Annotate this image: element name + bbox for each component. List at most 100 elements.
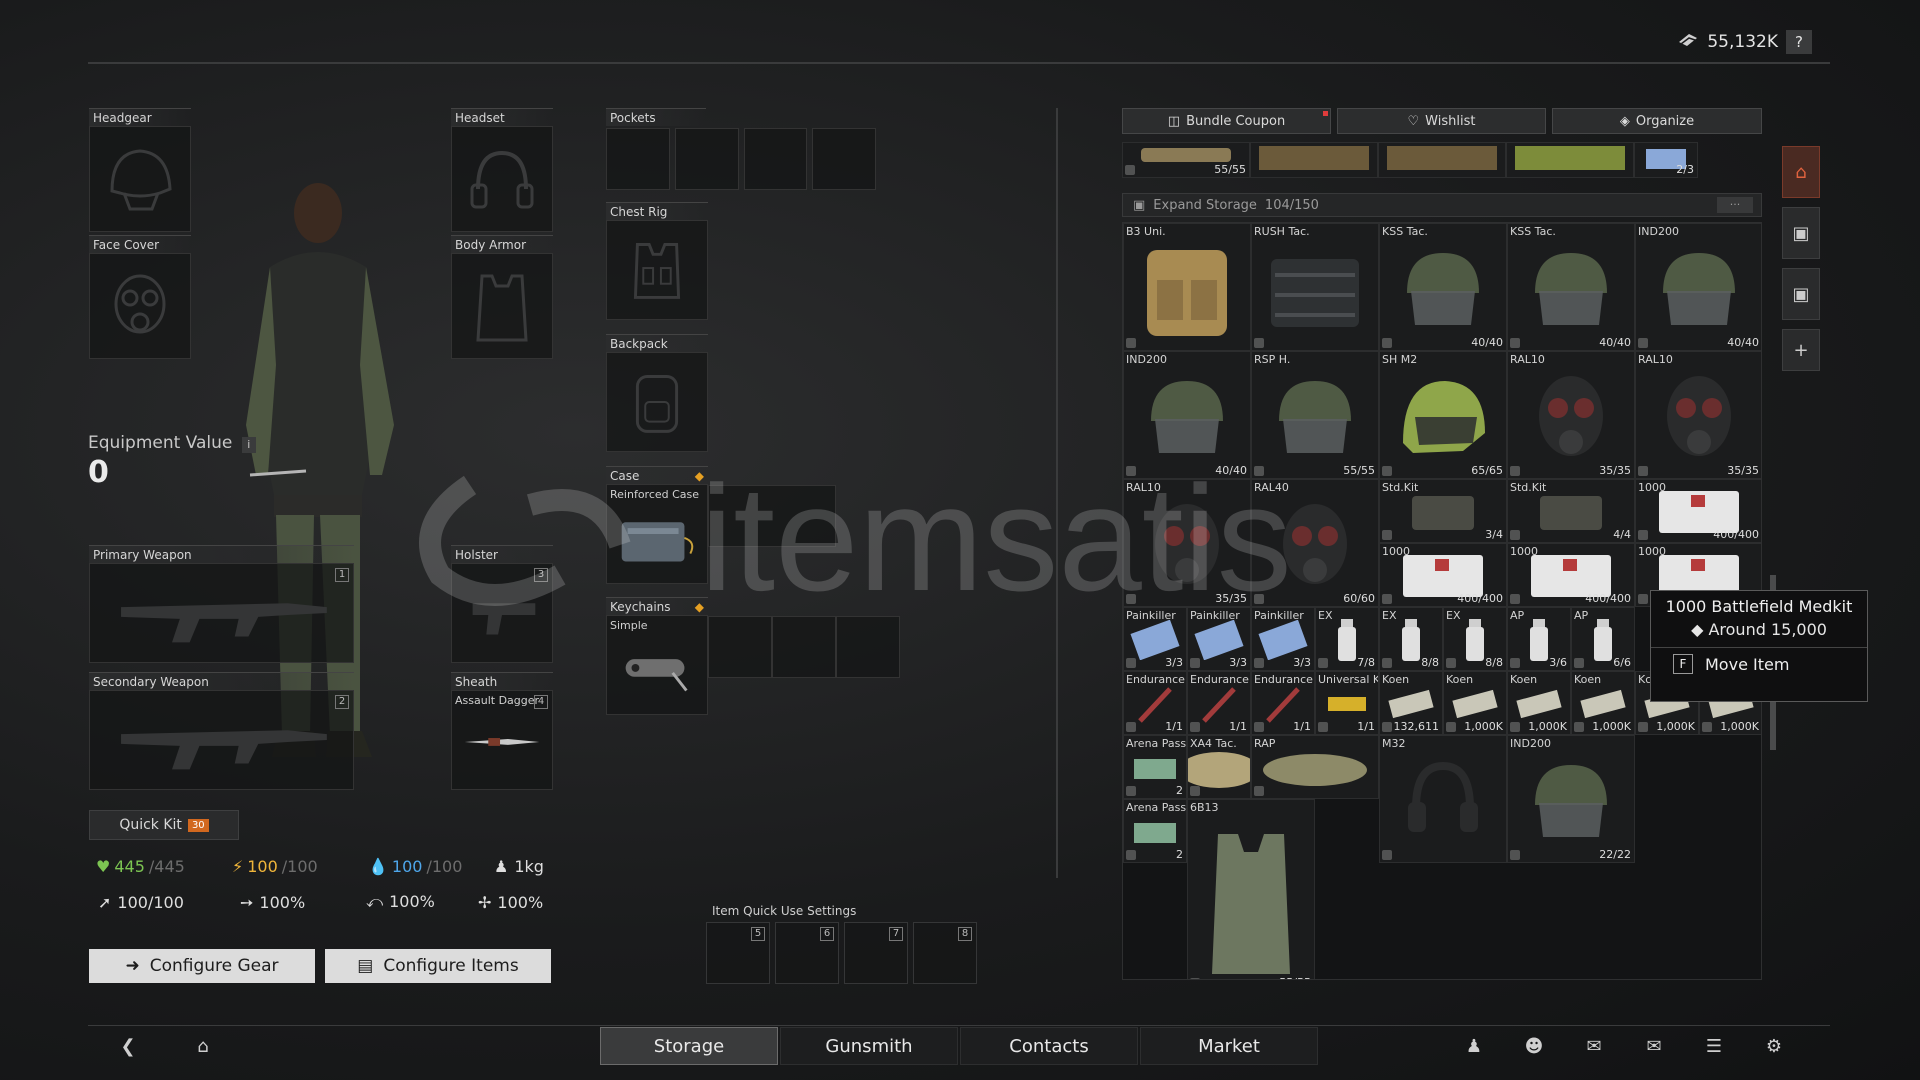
organize-button[interactable]: ◈ Organize [1552, 108, 1762, 134]
storage-tab-3[interactable]: ▣ [1782, 268, 1820, 320]
mail-icon[interactable]: ✉ [1634, 1030, 1674, 1062]
chest-rig-slot[interactable]: Chest Rig [606, 202, 708, 320]
storage-item[interactable]: KSS Tac. 40/40 [1379, 223, 1507, 351]
configure-gear-label: Configure Gear [149, 956, 279, 976]
headset-slot[interactable]: Headset [451, 108, 553, 232]
heart-outline-icon: ♡ [1407, 113, 1420, 129]
friends-icon[interactable]: ♟ [1454, 1030, 1494, 1062]
equipment-value: 0 [88, 455, 109, 490]
storage-item[interactable]: RAL10 35/35 [1635, 351, 1761, 479]
storage-item[interactable]: M32 [1379, 735, 1507, 863]
storage-item[interactable]: 1000 400/400 [1635, 479, 1761, 543]
storage-item[interactable]: RAL10 35/35 [1507, 351, 1635, 479]
storage-item[interactable]: RUSH Tac. [1251, 223, 1379, 351]
storage-cell[interactable] [1250, 142, 1378, 178]
backpack-slot-box[interactable] [606, 352, 708, 452]
info-icon[interactable]: i [241, 437, 256, 453]
storage-item[interactable]: Koen 1,000K [1571, 671, 1635, 735]
wishlist-button[interactable]: ♡ Wishlist [1337, 108, 1546, 134]
tab-contacts[interactable]: Contacts [960, 1027, 1138, 1065]
storage-item[interactable]: 1000 400/400 [1507, 543, 1635, 607]
storage-item[interactable]: RAP [1251, 735, 1379, 799]
home-storage-tab[interactable]: ⌂ [1782, 146, 1820, 198]
primary-weapon-slot-box[interactable]: 1 [89, 563, 354, 663]
storage-item[interactable]: Arena Pass 2 [1123, 799, 1187, 863]
storage-item[interactable]: B3 Uni. [1123, 223, 1251, 351]
face-cover-slot-box[interactable] [89, 253, 191, 359]
pocket-slot[interactable] [812, 128, 876, 190]
storage-item[interactable]: Endurance 1/1 [1187, 671, 1251, 735]
storage-item[interactable]: Endurance 1/1 [1251, 671, 1315, 735]
item-type-icon [1510, 722, 1520, 732]
storage-item[interactable]: AP 6/6 [1571, 607, 1635, 671]
storage-item[interactable]: Arena Pass 2 [1123, 735, 1187, 799]
storage-item[interactable]: Koen 1,000K [1443, 671, 1507, 735]
item-name: 1000 [1638, 545, 1666, 558]
storage-cell[interactable]: 55/55 [1122, 142, 1250, 178]
item-type-icon [1254, 658, 1264, 668]
tab-gunsmith[interactable]: Gunsmith [780, 1027, 958, 1065]
storage-item[interactable]: EX 8/8 [1443, 607, 1507, 671]
expand-storage-bar[interactable]: ▣ Expand Storage 104/150 ··· [1122, 193, 1762, 217]
pocket-slot[interactable] [674, 128, 739, 190]
move-item-action[interactable]: F Move Item [1651, 654, 1867, 674]
storage-item[interactable]: Std.Kit 4/4 [1507, 479, 1635, 543]
item-count: 3/3 [1165, 656, 1183, 669]
chevron-left-icon[interactable]: ❮ [108, 1030, 148, 1062]
headgear-slot[interactable]: Headgear [89, 108, 191, 232]
secondary-weapon-slot-box[interactable]: 2 [89, 690, 354, 790]
sheath-slot[interactable]: Sheath Assault Dagger 4 [451, 672, 553, 790]
storage-item[interactable]: KSS Tac. 40/40 [1507, 223, 1635, 351]
body-armor-slot-box[interactable] [451, 253, 553, 359]
more-options-button[interactable]: ··· [1717, 197, 1753, 213]
storage-cell[interactable] [1506, 142, 1634, 178]
configure-items-button[interactable]: ▤ Configure Items [325, 949, 551, 983]
sheath-slot-box[interactable]: Assault Dagger 4 [451, 690, 553, 790]
quick-use-slot[interactable]: 7 [844, 922, 908, 984]
item-count: 1/1 [1229, 720, 1247, 733]
body-armor-slot[interactable]: Body Armor [451, 235, 553, 359]
help-button[interactable]: ? [1786, 30, 1812, 54]
tasks-icon[interactable]: ☰ [1694, 1030, 1734, 1062]
pocket-slot[interactable] [743, 128, 808, 190]
storage-item[interactable]: Koen 1,000K [1507, 671, 1571, 735]
add-storage-button[interactable]: + [1782, 329, 1820, 371]
face-cover-slot[interactable]: Face Cover [89, 235, 191, 359]
quick-use-slot[interactable]: 5 [706, 922, 770, 984]
storage-cell[interactable] [1378, 142, 1506, 178]
backpack-slot[interactable]: Backpack [606, 334, 708, 452]
storage-item[interactable]: IND200 22/22 [1507, 735, 1635, 863]
storage-item[interactable]: Koen 132,611 [1379, 671, 1443, 735]
configure-gear-button[interactable]: ➜ Configure Gear [89, 949, 315, 983]
storage-item[interactable]: IND200 40/40 [1635, 223, 1761, 351]
headgear-slot-box[interactable] [89, 126, 191, 232]
headset-slot-box[interactable] [451, 126, 553, 232]
quick-kit-button[interactable]: Quick Kit 30 [89, 810, 239, 840]
primary-weapon-slot[interactable]: Primary Weapon 1 [89, 545, 354, 663]
gear-icon[interactable]: ⚙ [1754, 1030, 1794, 1062]
storage-item[interactable]: AP 3/6 [1507, 607, 1571, 671]
storage-item[interactable]: Endurance 1/1 [1123, 671, 1187, 735]
storage-item[interactable]: 6B13 55/55 [1187, 799, 1315, 979]
rifle-icon [121, 603, 327, 643]
chest-rig-slot-box[interactable] [606, 220, 708, 320]
tab-storage[interactable]: Storage [600, 1027, 778, 1065]
item-count: 22/22 [1599, 848, 1631, 861]
bundle-coupon-button[interactable]: ◫ Bundle Coupon [1122, 108, 1331, 134]
storage-item[interactable]: XA4 Tac. [1187, 735, 1251, 799]
slot-number: 4 [534, 695, 548, 709]
item-count: 4/4 [1613, 528, 1631, 541]
tab-market[interactable]: Market [1140, 1027, 1318, 1065]
gas-mask-icon [114, 274, 166, 334]
storage-tab-2[interactable]: ▣ [1782, 207, 1820, 259]
pocket-slot[interactable] [606, 128, 670, 190]
quick-use-slot[interactable]: 8 [913, 922, 977, 984]
chat-icon[interactable]: ✉ [1574, 1030, 1614, 1062]
home-icon[interactable]: ⌂ [183, 1030, 223, 1062]
secondary-weapon-slot[interactable]: Secondary Weapon 2 [89, 672, 354, 790]
profile-icon[interactable]: ☻ [1514, 1030, 1554, 1062]
storage-item[interactable]: Universal Key 1/1 [1315, 671, 1379, 735]
storage-cell[interactable]: 2/3 [1634, 142, 1698, 178]
quick-use-slot[interactable]: 6 [775, 922, 839, 984]
keychains-slot-box[interactable]: Simple [606, 615, 708, 715]
